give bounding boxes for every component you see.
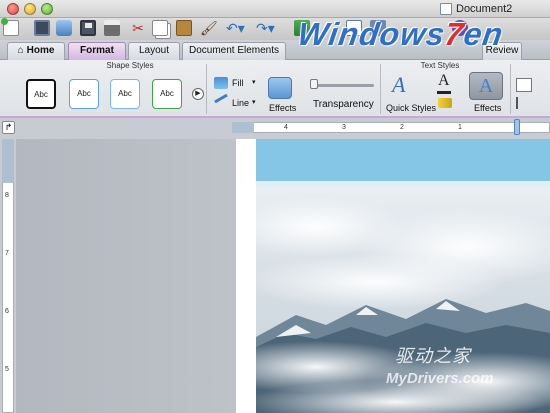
watermark-chinese: 驱动之家 <box>395 346 471 366</box>
tab-home[interactable]: ⌂ Home <box>7 42 65 60</box>
tab-document-elements[interactable]: Document Elements <box>182 42 286 60</box>
arrange-icon[interactable] <box>516 78 532 92</box>
page-header-banner[interactable] <box>256 139 550 181</box>
shape-effects-icon[interactable] <box>268 77 292 99</box>
text-fill-color-icon[interactable]: A <box>438 72 450 90</box>
line-dropdown-icon[interactable]: ▾ <box>252 98 256 106</box>
document-icon <box>440 3 452 15</box>
open-icon[interactable] <box>56 20 72 36</box>
ruler-number: 1 <box>458 124 462 131</box>
watermark-brand: Windows <box>295 16 448 52</box>
format-painter-icon[interactable]: 🖌 <box>200 20 218 36</box>
group-divider <box>380 64 381 114</box>
more-styles-arrow-icon[interactable]: ▶ <box>192 88 204 100</box>
shape-style-swatch-4[interactable]: Abc <box>152 79 182 109</box>
cut-icon[interactable]: ✂ <box>130 20 146 36</box>
fill-dropdown-icon[interactable]: ▾ <box>252 78 256 86</box>
ruler-margin <box>2 139 14 183</box>
transparency-slider[interactable] <box>312 84 374 87</box>
group-divider <box>206 64 207 114</box>
horizontal-ruler[interactable] <box>232 122 550 133</box>
transparency-label: Transparency <box>313 99 374 110</box>
tab-layout-label: Layout <box>138 45 170 56</box>
text-outline-icon[interactable] <box>438 98 452 108</box>
word-window: Document2 ✂ 🖌 ↶▾ ↷▾ ⌂ Home Format Layout … <box>0 0 550 413</box>
window-title: Document2 <box>456 3 513 15</box>
gallery-icon[interactable] <box>34 20 50 36</box>
watermark-brand-suffix: en <box>461 16 506 52</box>
group-divider <box>510 64 511 114</box>
quick-styles-label[interactable]: Quick Styles <box>386 103 436 113</box>
shape-style-swatch-1[interactable]: Abc <box>26 79 56 109</box>
tab-document-elements-label: Document Elements <box>188 45 280 56</box>
fill-bucket-icon[interactable] <box>214 77 228 89</box>
watermark-url: MyDrivers.com <box>386 370 494 387</box>
shape-style-swatch-2[interactable]: Abc <box>69 79 99 109</box>
ruler-number: 6 <box>5 308 9 315</box>
shape-styles-group-label: Shape Styles <box>106 61 154 70</box>
ruler-number: 7 <box>5 250 9 257</box>
quick-styles-icon[interactable]: A <box>392 72 405 98</box>
home-icon: ⌂ <box>17 45 24 56</box>
tab-layout[interactable]: Layout <box>128 42 180 60</box>
zoom-window-button[interactable] <box>41 3 53 15</box>
shape-style-swatch-3[interactable]: Abc <box>110 79 140 109</box>
shape-effects-label[interactable]: Effects <box>269 103 296 113</box>
watermark-logo: Windows7en <box>295 16 506 53</box>
print-icon[interactable] <box>104 20 120 36</box>
undo-icon[interactable]: ↶▾ <box>226 20 252 36</box>
minimize-window-button[interactable] <box>24 3 36 15</box>
right-indent-marker[interactable] <box>514 119 520 135</box>
text-effects-label[interactable]: Effects <box>474 103 501 113</box>
close-window-button[interactable] <box>7 3 19 15</box>
line-label[interactable]: Line <box>232 98 249 108</box>
text-color-bar <box>437 91 451 94</box>
tab-home-label: Home <box>26 45 55 56</box>
tab-stop-selector[interactable]: ↱ <box>2 121 15 134</box>
ruler-number: 2 <box>400 124 404 131</box>
align-icon[interactable] <box>516 97 532 109</box>
tab-format-label: Format <box>80 45 114 56</box>
redo-icon[interactable]: ↷▾ <box>256 20 282 36</box>
save-icon[interactable] <box>80 20 96 36</box>
text-effects-icon[interactable]: A <box>469 72 503 100</box>
paste-icon[interactable] <box>176 20 192 36</box>
ruler-number: 5 <box>5 366 9 373</box>
tab-format[interactable]: Format <box>68 42 126 60</box>
ruler-margin <box>232 122 254 133</box>
transparency-slider-knob[interactable] <box>310 79 318 89</box>
copy-icon[interactable] <box>152 20 168 36</box>
ruler-number: 8 <box>5 192 9 199</box>
fill-label[interactable]: Fill <box>232 78 244 88</box>
ruler-number: 3 <box>342 124 346 131</box>
new-doc-icon[interactable] <box>1 18 19 36</box>
ruler-number: 4 <box>284 124 288 131</box>
text-styles-group-label: Text Styles <box>420 61 460 70</box>
